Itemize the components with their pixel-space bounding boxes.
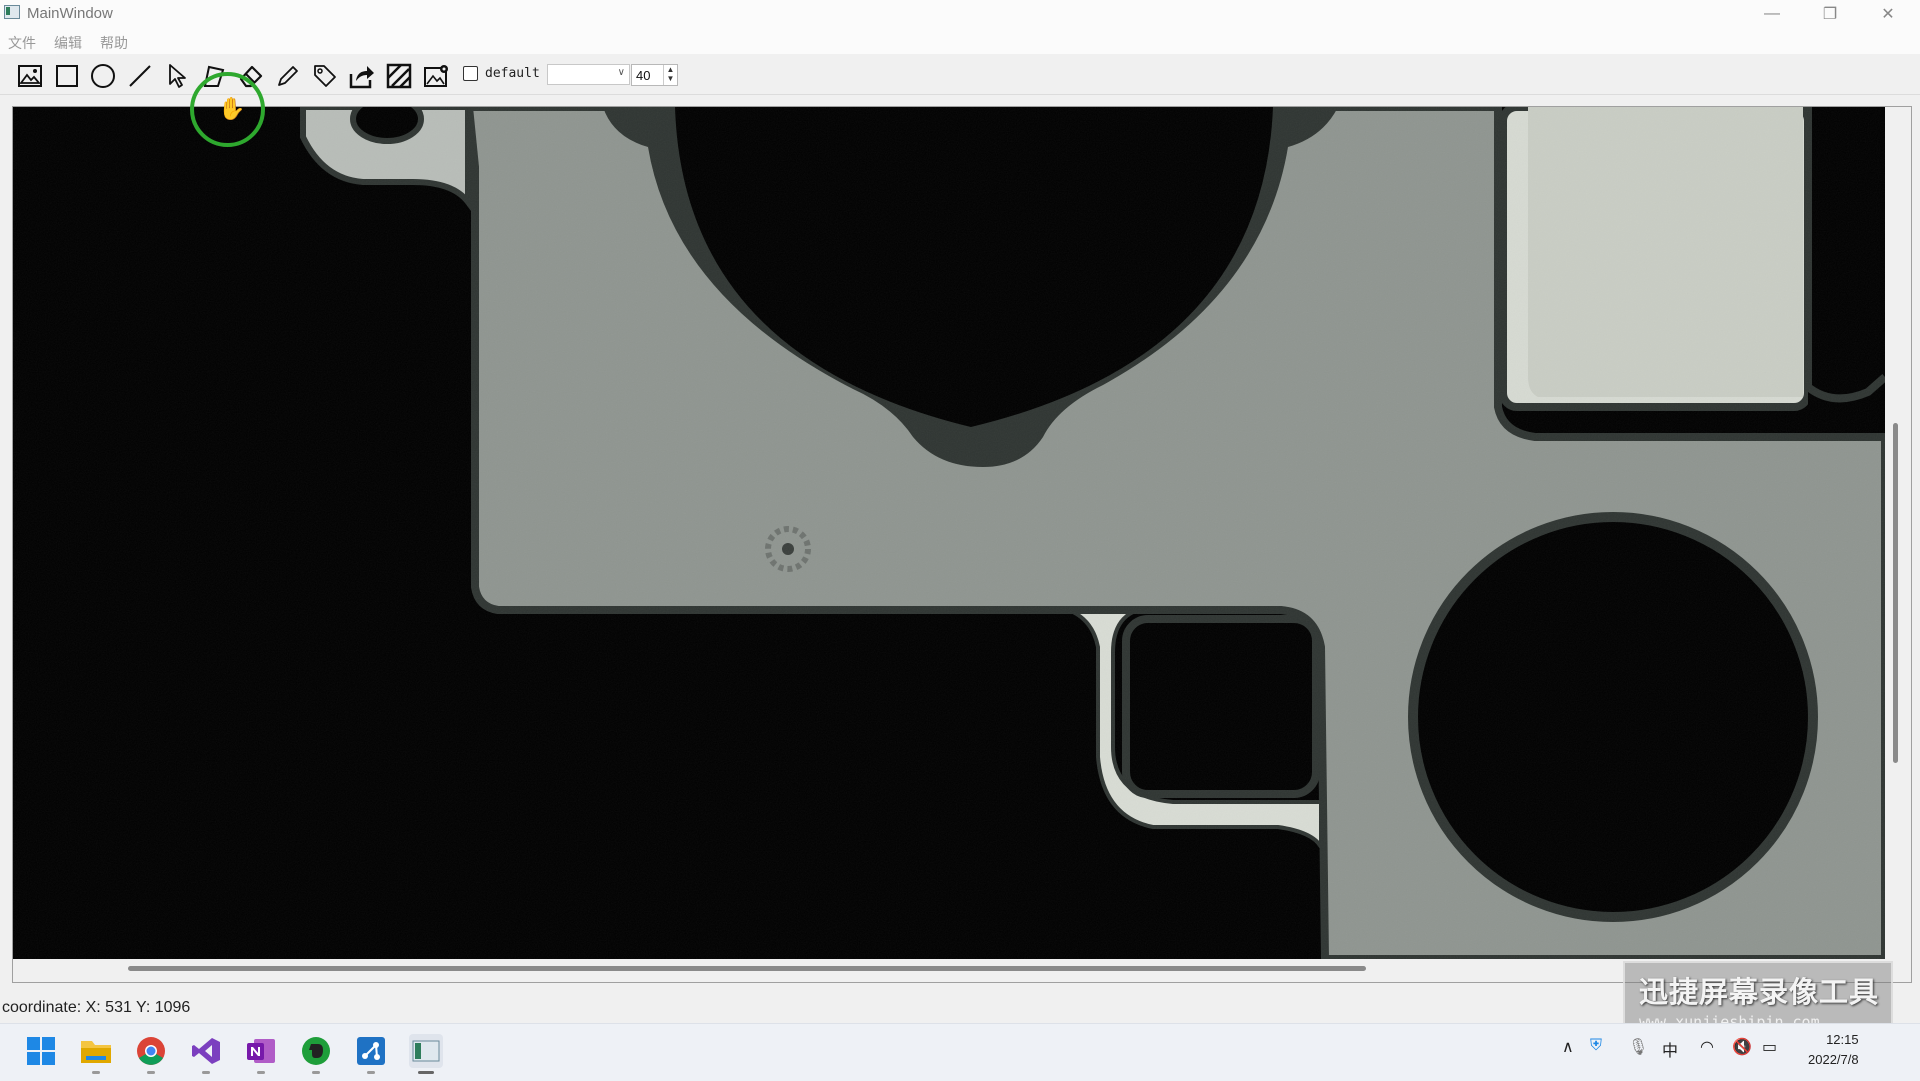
tag-button[interactable]	[310, 61, 340, 91]
window-title: MainWindow	[27, 5, 113, 22]
open-image-button[interactable]	[15, 61, 45, 91]
pencil-button[interactable]	[273, 61, 303, 91]
coordinate-status: coordinate: X: 531 Y: 1096	[2, 999, 191, 1016]
toolbar	[0, 56, 1920, 95]
hatch-fill-button[interactable]	[384, 61, 414, 91]
battery-icon[interactable]: ▭	[1762, 1037, 1777, 1057]
ime-indicator[interactable]: 中	[1662, 1037, 1678, 1061]
evernote-icon	[302, 1037, 330, 1065]
export-share-icon	[349, 66, 374, 89]
visual-studio-icon	[192, 1038, 220, 1064]
evernote-button[interactable]	[299, 1034, 333, 1074]
clock[interactable]: 12:15 2022/7/8	[1808, 1030, 1859, 1070]
hand-cursor-icon: ✋	[218, 96, 246, 121]
tray-chevron-up-icon[interactable]: ∧	[1562, 1037, 1574, 1057]
microphone-icon[interactable]: 🎙	[1628, 1037, 1648, 1057]
running-indicator	[92, 1071, 100, 1074]
running-indicator	[147, 1071, 155, 1074]
default-checkbox-label: default	[485, 66, 540, 81]
chrome-button[interactable]	[134, 1034, 168, 1074]
file-explorer-button[interactable]	[79, 1034, 113, 1074]
visual-studio-button[interactable]	[189, 1034, 223, 1074]
app-icon	[4, 5, 20, 19]
minimize-button[interactable]: —	[1743, 0, 1801, 28]
onenote-icon	[247, 1039, 275, 1063]
select-pointer-icon	[169, 64, 186, 88]
rectangle-tool-icon	[56, 65, 78, 87]
size-spinbox-value: 40	[636, 68, 651, 83]
clock-date: 2022/7/8	[1808, 1052, 1859, 1067]
hatch-fill-icon	[386, 63, 412, 89]
running-indicator	[367, 1071, 375, 1074]
wifi-icon[interactable]: ◠	[1700, 1037, 1714, 1057]
ellipse-tool-icon	[91, 64, 115, 88]
onenote-button[interactable]	[244, 1034, 278, 1074]
menu-help[interactable]: 帮助	[100, 33, 128, 53]
line-tool-icon	[129, 65, 151, 87]
image-canvas[interactable]	[13, 107, 1885, 959]
menu-file[interactable]: 文件	[8, 33, 36, 53]
image-settings-button[interactable]	[421, 61, 451, 91]
part-image	[13, 107, 1885, 959]
running-indicator	[202, 1071, 210, 1074]
export-share-button[interactable]	[347, 61, 377, 91]
running-indicator	[312, 1071, 320, 1074]
title-bar: MainWindow — ❐ ✕	[0, 0, 1920, 28]
size-spinbox[interactable]: 40 ▲ ▼	[631, 64, 678, 86]
running-indicator	[257, 1071, 265, 1074]
chrome-icon	[137, 1037, 165, 1065]
clock-time: 12:15	[1826, 1032, 1859, 1047]
rectangle-tool-button[interactable]	[52, 61, 82, 91]
open-image-icon	[18, 65, 42, 87]
restore-button[interactable]: ❐	[1801, 0, 1859, 28]
chevron-down-icon: ∨	[617, 67, 625, 78]
horizontal-scrollbar[interactable]	[128, 966, 1366, 971]
security-shield-icon[interactable]: ⛨	[1590, 1037, 1602, 1055]
vertical-scrollbar[interactable]	[1893, 423, 1898, 763]
pencil-icon	[278, 66, 298, 86]
line-tool-button[interactable]	[125, 61, 155, 91]
windows-start-icon	[27, 1037, 55, 1065]
image-settings-icon	[424, 65, 448, 87]
mainwindow-app-button[interactable]	[409, 1034, 443, 1074]
label-dropdown[interactable]: ∨	[547, 64, 630, 85]
menu-bar: 文件 编辑 帮助	[0, 28, 1920, 54]
menu-edit[interactable]: 编辑	[54, 33, 82, 53]
windows-start-button[interactable]	[24, 1034, 58, 1068]
speaker-muted-icon[interactable]: 🔇	[1732, 1037, 1752, 1057]
close-button[interactable]: ✕	[1859, 0, 1917, 28]
select-pointer-button[interactable]	[162, 61, 192, 91]
spin-arrows[interactable]: ▲ ▼	[663, 65, 677, 85]
active-indicator	[418, 1071, 434, 1074]
default-checkbox[interactable]	[463, 66, 478, 81]
ellipse-tool-button[interactable]	[88, 61, 118, 91]
file-explorer-icon	[81, 1041, 111, 1063]
network-app-icon	[357, 1037, 385, 1065]
mainwindow-app-icon	[412, 1040, 440, 1062]
network-app-button[interactable]	[354, 1034, 388, 1074]
tag-icon	[314, 65, 336, 87]
watermark-title: 迅捷屏幕录像工具	[1639, 977, 1880, 1009]
